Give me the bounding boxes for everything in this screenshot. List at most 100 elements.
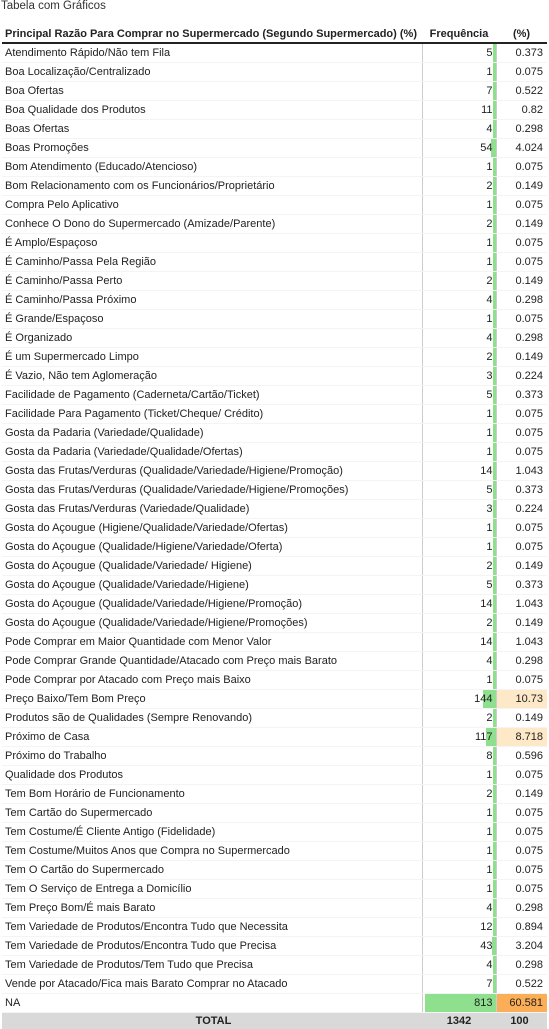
table-row: Gosta do Açougue (Qualidade/Variedade/Hi…	[2, 614, 547, 633]
row-percent: 0.149	[496, 614, 547, 633]
row-label: É Grande/Espaçoso	[2, 310, 422, 329]
row-frequency-cell: 1	[422, 158, 496, 177]
row-label: Gosta do Açougue (Qualidade/Variedade/Hi…	[2, 576, 422, 595]
column-header-reason[interactable]: Principal Razão Para Comprar no Supermer…	[2, 26, 422, 43]
row-label: Gosta das Frutas/Verduras (Variedade/Qua…	[2, 500, 422, 519]
table-row: Gosta das Frutas/Verduras (Qualidade/Var…	[2, 462, 547, 481]
row-frequency: 5	[486, 484, 492, 496]
table-row: Produtos são de Qualidades (Sempre Renov…	[2, 709, 547, 728]
row-percent: 1.043	[496, 595, 547, 614]
row-frequency-cell: 5	[422, 576, 496, 595]
table-row: Gosta do Açougue (Qualidade/Variedade/Hi…	[2, 595, 547, 614]
table-row: Boa Qualidade dos Produtos110.82	[2, 101, 547, 120]
row-percent: 0.075	[496, 861, 547, 880]
table-row: É Amplo/Espaçoso10.075	[2, 234, 547, 253]
row-frequency: 1	[486, 883, 492, 895]
row-frequency-cell: 2	[422, 348, 496, 367]
row-percent: 0.298	[496, 120, 547, 139]
row-percent: 0.075	[496, 823, 547, 842]
row-frequency-cell: 1	[422, 405, 496, 424]
row-label: Conhece O Dono do Supermercado (Amizade/…	[2, 215, 422, 234]
row-label: É Caminho/Passa Pela Região	[2, 253, 422, 272]
row-label: Tem Variedade de Produtos/Encontra Tudo …	[2, 918, 422, 937]
row-frequency: 1	[486, 313, 492, 325]
table-row: Vende por Atacado/Fica mais Barato Compr…	[2, 975, 547, 994]
row-frequency: 1	[486, 826, 492, 838]
row-label: Boas Promoções	[2, 139, 422, 158]
row-frequency: 7	[486, 85, 492, 97]
row-frequency-cell: 1	[422, 823, 496, 842]
row-frequency-cell: 1	[422, 253, 496, 272]
row-frequency-cell: 2	[422, 785, 496, 804]
row-frequency-cell: 1	[422, 538, 496, 557]
table-row: Pode Comprar em Maior Quantidade com Men…	[2, 633, 547, 652]
column-header-frequency[interactable]: Frequência	[422, 26, 496, 43]
row-frequency-cell: 7	[422, 82, 496, 101]
column-header-percent[interactable]: (%)	[496, 26, 547, 43]
row-frequency-cell: 5	[422, 43, 496, 63]
row-frequency: 144	[474, 693, 492, 705]
row-frequency-cell: 5	[422, 386, 496, 405]
table-row: Tem Variedade de Produtos/Tem Tudo que P…	[2, 956, 547, 975]
table-row: Próximo de Casa1178.718	[2, 728, 547, 747]
row-frequency-cell: 43	[422, 937, 496, 956]
row-percent: 0.298	[496, 652, 547, 671]
row-frequency: 11	[481, 104, 492, 116]
row-label: Boa Ofertas	[2, 82, 422, 101]
table-row: Bom Relacionamento com os Funcionários/P…	[2, 177, 547, 196]
row-percent: 0.075	[496, 804, 547, 823]
row-frequency-cell: 2	[422, 177, 496, 196]
row-percent: 1.043	[496, 462, 547, 481]
table-row: Pode Comprar por Atacado com Preço mais …	[2, 671, 547, 690]
row-frequency: 4	[486, 902, 492, 914]
table-row: Gosta das Frutas/Verduras (Variedade/Qua…	[2, 500, 547, 519]
row-label: Facilidade de Pagamento (Caderneta/Cartã…	[2, 386, 422, 405]
row-percent: 0.075	[496, 671, 547, 690]
row-label: Facilidade Para Pagamento (Ticket/Cheque…	[2, 405, 422, 424]
row-label: Boa Qualidade dos Produtos	[2, 101, 422, 120]
table-row: Boa Localização/Centralizado10.075	[2, 63, 547, 82]
row-percent: 0.075	[496, 443, 547, 462]
row-frequency: 813	[474, 997, 492, 1009]
row-frequency-cell: 2	[422, 557, 496, 576]
table-row: Tem Costume/É Cliente Antigo (Fidelidade…	[2, 823, 547, 842]
row-label: Tem Variedade de Produtos/Tem Tudo que P…	[2, 956, 422, 975]
row-frequency-cell: 2	[422, 272, 496, 291]
table-row: Próximo do Trabalho80.596	[2, 747, 547, 766]
row-label: Gosta das Frutas/Verduras (Qualidade/Var…	[2, 462, 422, 481]
row-percent: 0.224	[496, 500, 547, 519]
table-row: Tem O Cartão do Supermercado10.075	[2, 861, 547, 880]
row-label: É Caminho/Passa Próximo	[2, 291, 422, 310]
row-frequency: 1	[486, 864, 492, 876]
table-row: É Caminho/Passa Próximo40.298	[2, 291, 547, 310]
row-percent: 0.075	[496, 310, 547, 329]
table-row: É Organizado40.298	[2, 329, 547, 348]
row-frequency-cell: 8	[422, 747, 496, 766]
row-frequency: 2	[486, 275, 492, 287]
row-frequency-cell: 14	[422, 462, 496, 481]
row-frequency-cell: 3	[422, 367, 496, 386]
row-label: Gosta da Padaria (Variedade/Qualidade)	[2, 424, 422, 443]
row-frequency: 5	[486, 389, 492, 401]
row-percent: 0.075	[496, 234, 547, 253]
table-header-row: Principal Razão Para Comprar no Supermer…	[2, 26, 547, 43]
row-frequency: 4	[486, 959, 492, 971]
row-frequency: 1	[486, 845, 492, 857]
row-frequency-cell: 4	[422, 956, 496, 975]
table-row: Gosta da Padaria (Variedade/Qualidade/Of…	[2, 443, 547, 462]
row-label: Tem O Serviço de Entrega a Domicílio	[2, 880, 422, 899]
table-row: Qualidade dos Produtos10.075	[2, 766, 547, 785]
row-frequency-cell: 12	[422, 918, 496, 937]
table-row: Pode Comprar Grande Quantidade/Atacado c…	[2, 652, 547, 671]
row-frequency: 1	[486, 161, 492, 173]
table-row: Tem Variedade de Produtos/Encontra Tudo …	[2, 918, 547, 937]
row-frequency-cell: 11	[422, 101, 496, 120]
row-percent: 0.298	[496, 956, 547, 975]
row-frequency-cell: 4	[422, 291, 496, 310]
row-frequency: 14	[480, 598, 492, 610]
row-frequency-cell: 117	[422, 728, 496, 747]
row-frequency: 1	[486, 674, 492, 686]
row-label: Gosta do Açougue (Qualidade/Variedade/Hi…	[2, 614, 422, 633]
row-percent: 60.581	[496, 994, 547, 1013]
row-label: É Amplo/Espaçoso	[2, 234, 422, 253]
